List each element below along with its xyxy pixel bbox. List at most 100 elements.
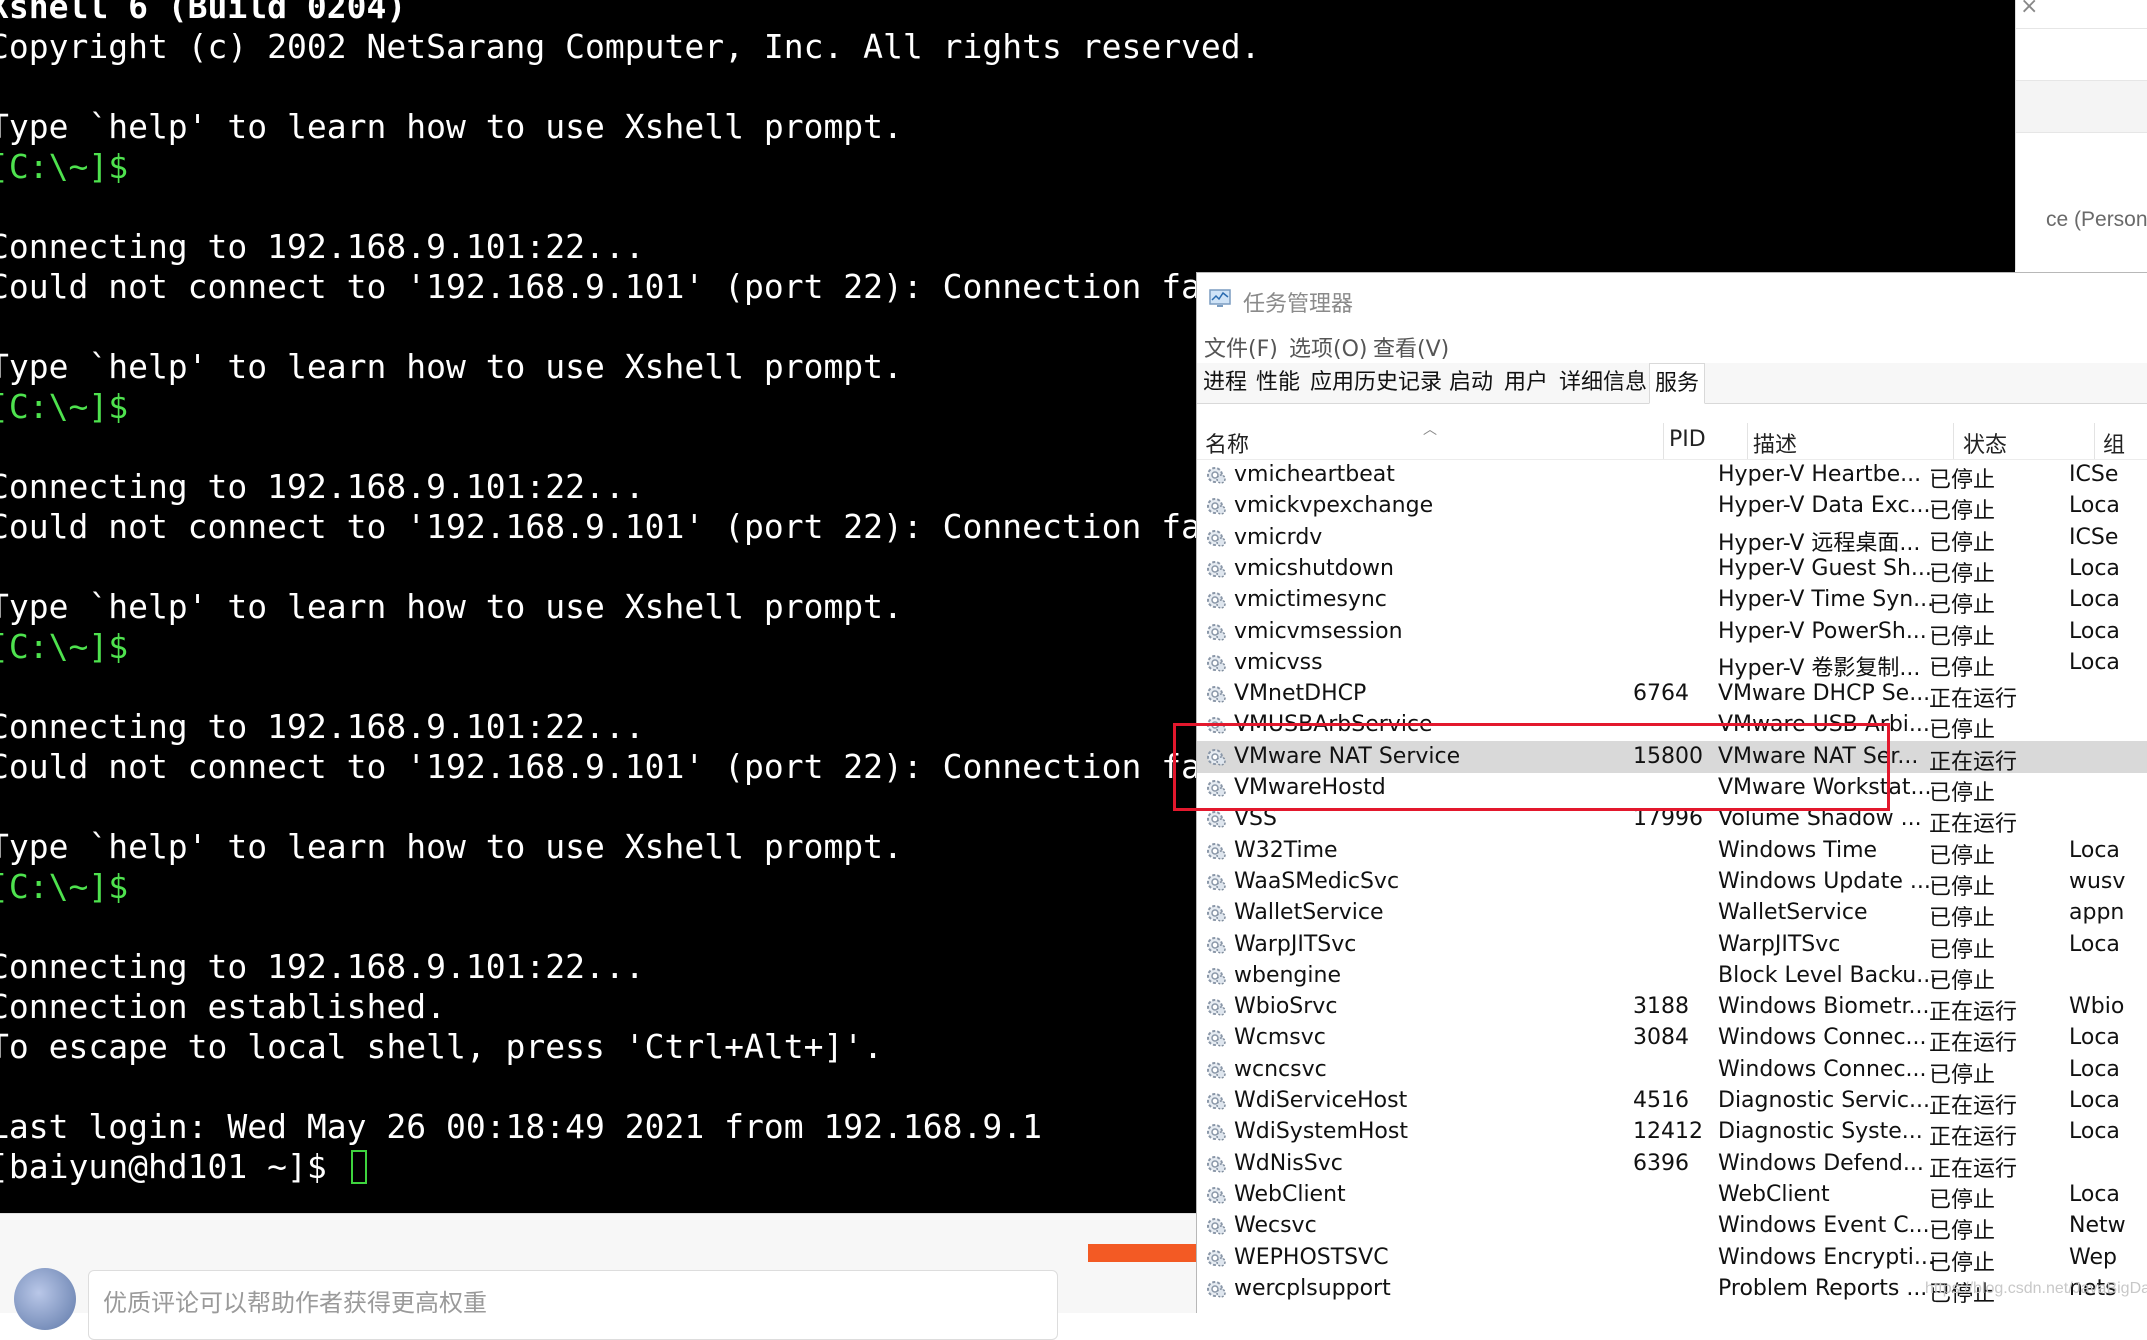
service-row[interactable]: WbioSrvc 3188 Windows Biometr... 正在运行 Wbio xyxy=(1197,991,2147,1025)
service-name: VSS xyxy=(1234,806,1277,831)
service-row[interactable]: Wecsvc Windows Event C... 已停止 Netw xyxy=(1197,1210,2147,1244)
tab-performance[interactable]: 性能 xyxy=(1251,363,1305,402)
terminal-output: Xshell 6 (Build 0204) Copyright (c) 2002… xyxy=(0,0,1300,1187)
column-header-name[interactable]: 名称 xyxy=(1205,427,1249,459)
column-header-description[interactable]: 描述 xyxy=(1753,427,1797,459)
service-row[interactable]: W32Time Windows Time 已停止 Loca xyxy=(1197,835,2147,869)
terminal-prompt-line: [C:\~]$ xyxy=(0,147,129,186)
service-status: 正在运行 xyxy=(1929,1125,2018,1150)
service-row[interactable]: WebClient WebClient 已停止 Loca xyxy=(1197,1179,2147,1213)
service-description: WarpJITSvc xyxy=(1718,932,1841,957)
task-manager-window[interactable]: 任务管理器 文件(F) 选项(O) 查看(V) 进程 性能 应用历史记录 启动 … xyxy=(1196,272,2147,1313)
tab-startup[interactable]: 启动 xyxy=(1444,363,1498,402)
service-name: WbioSrvc xyxy=(1234,994,1338,1019)
service-name: vmickvpexchange xyxy=(1234,493,1434,518)
service-description: Hyper-V Heartbe... xyxy=(1718,462,1922,487)
column-header-row: ︿ 名称 PID 描述 状态 组 xyxy=(1197,422,2147,460)
service-row[interactable]: vmicheartbeat Hyper-V Heartbe... 已停止 ICSe xyxy=(1197,459,2147,493)
close-icon[interactable]: × xyxy=(2020,0,2038,19)
service-row[interactable]: VMUSBArbService VMware USB Arbi... 已停止 xyxy=(1197,709,2147,743)
column-header-group[interactable]: 组 xyxy=(2103,427,2125,459)
service-name: WEPHOSTSVC xyxy=(1234,1245,1389,1270)
service-name: VMnetDHCP xyxy=(1234,681,1367,706)
tab-users[interactable]: 用户 xyxy=(1499,363,1553,402)
service-name: vmicshutdown xyxy=(1234,556,1394,581)
service-gear-icon xyxy=(1207,1062,1226,1079)
service-status: 已停止 xyxy=(1929,593,1996,618)
comment-input[interactable]: 优质评论可以帮助作者获得更高权重 xyxy=(88,1270,1058,1340)
service-group: Loca xyxy=(2069,1119,2120,1144)
service-group: Loca xyxy=(2069,587,2120,612)
menu-options[interactable]: 选项(O) xyxy=(1289,331,1367,363)
service-row[interactable]: vmictimesync Hyper-V Time Syn... 已停止 Loca xyxy=(1197,584,2147,618)
service-row[interactable]: WdNisSvc 6396 Windows Defend... 正在运行 xyxy=(1197,1148,2147,1182)
service-gear-icon xyxy=(1207,530,1226,547)
service-row[interactable]: WdiSystemHost 12412 Diagnostic Syste... 正在运… xyxy=(1197,1116,2147,1150)
service-gear-icon xyxy=(1207,655,1226,672)
service-row[interactable]: VMware NAT Service 15800 VMware NAT Ser...… xyxy=(1197,741,2147,775)
terminal-line: Connecting to 192.168.9.101:22... xyxy=(0,947,645,986)
menu-file[interactable]: 文件(F) xyxy=(1204,331,1278,363)
orange-button[interactable] xyxy=(1088,1244,1198,1262)
terminal-line: Xshell 6 (Build 0204) xyxy=(0,0,407,26)
service-gear-icon xyxy=(1207,1250,1226,1267)
background-partial-text: ce (Person xyxy=(2046,208,2147,231)
service-name: WdiServiceHost xyxy=(1234,1088,1408,1113)
service-group: Loca xyxy=(2069,1182,2120,1207)
service-pid: 4516 xyxy=(1633,1088,1689,1113)
service-name: WalletService xyxy=(1234,900,1384,925)
service-row[interactable]: WalletService WalletService 已停止 appn xyxy=(1197,897,2147,931)
service-row[interactable]: WEPHOSTSVC Windows Encrypti... 已停止 Wep xyxy=(1197,1242,2147,1276)
service-name: vmictimesync xyxy=(1234,587,1387,612)
service-name: vmicvss xyxy=(1234,650,1323,675)
service-status: 已停止 xyxy=(1929,1219,1996,1244)
service-row[interactable]: vmicvss Hyper-V 卷影复制... 已停止 Loca xyxy=(1197,647,2147,681)
service-row[interactable]: wbengine Block Level Backu... 已停止 xyxy=(1197,960,2147,994)
column-separator[interactable] xyxy=(1953,423,1954,459)
service-gear-icon xyxy=(1207,811,1226,828)
terminal-line: Could not connect to '192.168.9.101' (po… xyxy=(0,267,1301,306)
column-header-pid[interactable]: PID xyxy=(1669,427,1706,452)
service-row[interactable]: vmicvmsession Hyper-V PowerSh... 已停止 Loca xyxy=(1197,616,2147,650)
service-row[interactable]: vmicshutdown Hyper-V Guest Sh... 已停止 Loca xyxy=(1197,553,2147,587)
column-header-status[interactable]: 状态 xyxy=(1963,427,2007,459)
service-description: Windows Defend... xyxy=(1718,1151,1924,1176)
service-group: Netw xyxy=(2069,1213,2126,1238)
terminal-line: Connection established. xyxy=(0,987,446,1026)
service-row[interactable]: vmickvpexchange Hyper-V Data Exc... 已停止 Loc… xyxy=(1197,490,2147,524)
service-description: Windows Connec... xyxy=(1718,1025,1927,1050)
service-description: Diagnostic Servic... xyxy=(1718,1088,1930,1113)
service-row[interactable]: VSS 17996 Volume Shadow ... 正在运行 xyxy=(1197,803,2147,837)
service-description: Hyper-V Guest Sh... xyxy=(1718,556,1932,581)
terminal-prompt-line: [baiyun@hd101 ~]$ xyxy=(0,1147,347,1186)
menu-view[interactable]: 查看(V) xyxy=(1373,331,1449,363)
service-gear-icon xyxy=(1207,1187,1226,1204)
service-status: 已停止 xyxy=(1929,718,1996,743)
watermark-text: https://blog.csdn.net/JavaBigDat xyxy=(1925,1280,2147,1297)
service-pid: 15800 xyxy=(1633,744,1703,769)
service-description: Windows Time xyxy=(1718,838,1878,863)
column-separator[interactable] xyxy=(1747,423,1748,459)
service-row[interactable]: VMwareHostd VMware Workstat... 已停止 xyxy=(1197,772,2147,806)
service-row[interactable]: WdiServiceHost 4516 Diagnostic Servic... 正在… xyxy=(1197,1085,2147,1119)
service-row[interactable]: Wcmsvc 3084 Windows Connec... 正在运行 Loca xyxy=(1197,1022,2147,1056)
tab-app-history[interactable]: 应用历史记录 xyxy=(1305,363,1447,402)
service-name: WdNisSvc xyxy=(1234,1151,1343,1176)
service-description: WalletService xyxy=(1718,900,1868,925)
task-manager-icon xyxy=(1209,289,1231,307)
comment-placeholder: 优质评论可以帮助作者获得更高权重 xyxy=(103,1289,487,1317)
column-separator[interactable] xyxy=(1663,423,1664,459)
background-divider xyxy=(2016,132,2147,133)
service-pid: 3188 xyxy=(1633,994,1689,1019)
service-row[interactable]: vmicrdv Hyper-V 远程桌面... 已停止 ICSe xyxy=(1197,522,2147,556)
tab-processes[interactable]: 进程 xyxy=(1198,363,1252,402)
service-row[interactable]: wcncsvc Windows Connec... 已停止 Loca xyxy=(1197,1054,2147,1088)
column-separator[interactable] xyxy=(2094,423,2095,459)
service-description: Windows Connec... xyxy=(1718,1057,1927,1082)
tab-services[interactable]: 服务 xyxy=(1649,363,1706,404)
title-bar[interactable]: 任务管理器 xyxy=(1197,273,2147,327)
service-row[interactable]: VMnetDHCP 6764 VMware DHCP Se... 正在运行 xyxy=(1197,678,2147,712)
service-row[interactable]: WarpJITSvc WarpJITSvc 已停止 Loca xyxy=(1197,929,2147,963)
service-row[interactable]: WaaSMedicSvc Windows Update ... 已停止 wusv xyxy=(1197,866,2147,900)
tab-details[interactable]: 详细信息 xyxy=(1554,363,1652,402)
